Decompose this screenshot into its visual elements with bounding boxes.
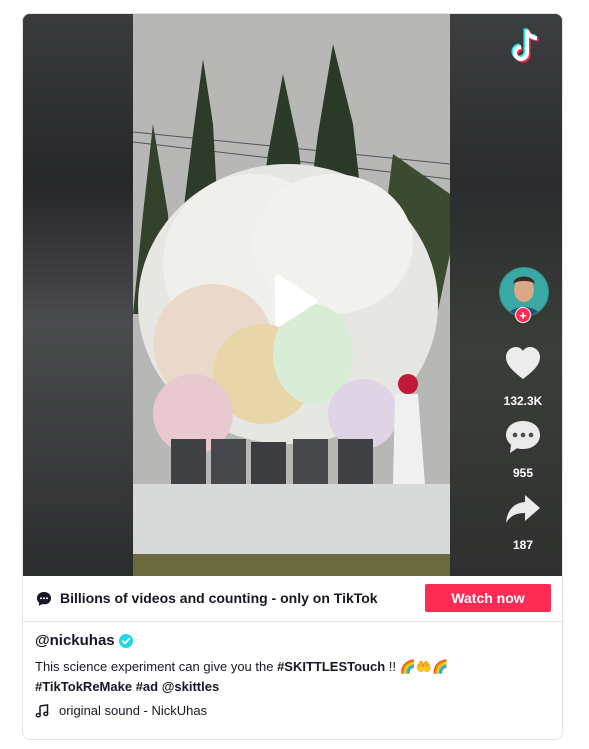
chat-bubble-icon: [37, 592, 51, 606]
follow-plus-icon[interactable]: +: [515, 307, 531, 323]
share-count: 187: [512, 538, 534, 552]
username-row: @nickuhas: [35, 632, 550, 649]
rainbow-emoji: 🌈: [432, 659, 449, 674]
share-icon[interactable]: [503, 489, 543, 529]
sound-row: original sound - NickUhas: [35, 703, 550, 718]
comment-icon[interactable]: [503, 417, 543, 457]
video-blur-left: [23, 14, 133, 576]
watch-now-button[interactable]: Watch now: [425, 584, 551, 612]
video-player[interactable]: [23, 14, 562, 576]
username-link[interactable]: @nickuhas: [35, 632, 115, 649]
verified-badge-icon: [118, 633, 133, 648]
heart-icon[interactable]: [503, 344, 543, 384]
sound-link[interactable]: original sound - NickUhas: [59, 703, 207, 718]
play-icon[interactable]: [264, 272, 322, 330]
mention-skittles[interactable]: @skittles: [162, 679, 219, 694]
post-info: @nickuhas This science experiment can gi…: [35, 632, 550, 718]
promo-bar: Billions of videos and counting - only o…: [23, 576, 562, 622]
hands-emoji: 🤲: [415, 659, 433, 674]
like-count: 132.3K: [503, 394, 543, 408]
hashtag-ad[interactable]: #ad: [136, 679, 158, 694]
description-text-mid: !!: [385, 659, 400, 674]
hashtag-tiktokremake[interactable]: #TikTokReMake: [35, 679, 132, 694]
hashtag-skittlestouch[interactable]: #SKITTLESTouch: [277, 659, 385, 674]
rainbow-emoji: 🌈: [399, 659, 416, 674]
tiktok-embed-card: + 132.3K 955 187 Billions of videos and …: [22, 13, 563, 740]
post-description: This science experiment can give you the…: [35, 657, 550, 697]
tiktok-logo-icon[interactable]: [508, 26, 544, 66]
promo-text: Billions of videos and counting - only o…: [60, 590, 378, 606]
music-note-icon: [35, 703, 49, 717]
comment-count: 955: [512, 466, 534, 480]
description-text: This science experiment can give you the: [35, 659, 278, 674]
